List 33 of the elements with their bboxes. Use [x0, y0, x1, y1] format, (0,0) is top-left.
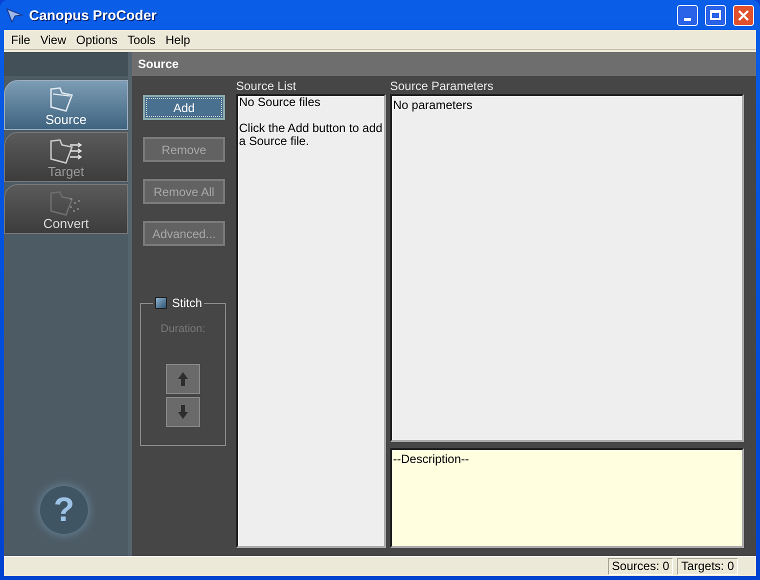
menu-item[interactable]: Help: [160, 30, 196, 48]
menu-item[interactable]: Options: [71, 30, 122, 48]
maximize-icon: [710, 10, 721, 20]
arrow-down-icon: [177, 404, 189, 420]
maximize-button[interactable]: [705, 4, 726, 26]
app-icon: [6, 7, 24, 23]
action-button[interactable]: Add: [143, 95, 225, 120]
checkbox-label: Stitch: [172, 295, 202, 312]
menu-item[interactable]: Tools: [122, 30, 161, 48]
minimize-button[interactable]: [677, 4, 698, 26]
close-icon: [738, 10, 749, 20]
nav-tab[interactable]: Target: [4, 132, 128, 182]
list-text: Click the Add button to add a Source file.: [239, 122, 383, 148]
list-text: No Source files: [239, 96, 322, 109]
parameters-text: No parameters: [393, 98, 472, 112]
help-button[interactable]: ?: [40, 486, 88, 534]
list-label: Source List: [236, 78, 298, 94]
source-list[interactable]: No Source files Click the Add button to add a Source file.: [236, 94, 386, 548]
nav-tab[interactable]: Source: [4, 80, 128, 130]
menu-item[interactable]: View: [35, 30, 72, 48]
status-field: Targets: 0: [677, 558, 738, 575]
description-text: --Description--: [393, 452, 470, 466]
list-label: Source Parameters: [390, 78, 494, 94]
panel-title: Source: [132, 52, 756, 76]
move-down-button[interactable]: [166, 396, 200, 426]
close-button[interactable]: [733, 4, 754, 26]
minimize-icon: [684, 18, 691, 20]
window-title: Canopus ProCoder: [29, 6, 157, 25]
move-up-button[interactable]: [166, 364, 200, 394]
menu-item[interactable]: File: [6, 30, 36, 48]
nav-tab[interactable]: Convert: [4, 184, 128, 234]
arrow-up-icon: [177, 370, 189, 386]
status-field: Sources: 0: [608, 558, 674, 575]
